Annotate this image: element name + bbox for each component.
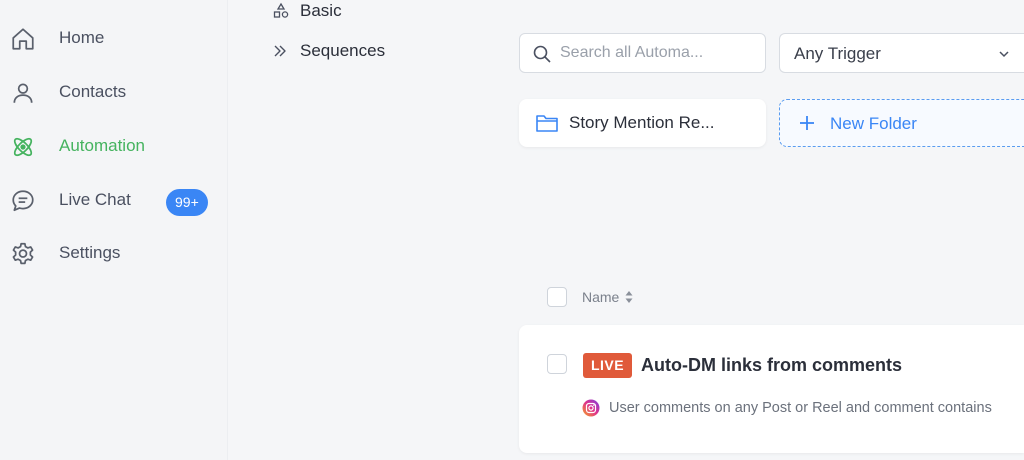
sidebar-item-live-chat[interactable]: Live Chat 99+ (0, 179, 228, 223)
search-icon (533, 45, 551, 63)
folder-name: Story Mention Re... (569, 113, 715, 132)
subnav-label: Basic (300, 1, 342, 20)
sidebar: Home Contacts Automation Live Chat 99+ S… (0, 0, 228, 460)
chevron-down-icon (999, 51, 1009, 58)
shapes-icon (273, 2, 289, 18)
name-column-header[interactable]: Name (582, 289, 634, 305)
sidebar-item-label: Home (59, 28, 105, 47)
subnav-item-basic[interactable]: Basic (272, 0, 342, 24)
automation-title[interactable]: Auto-DM links from comments (641, 355, 902, 376)
subnav-label: Sequences (300, 41, 386, 60)
person-icon (13, 83, 33, 103)
table-row[interactable] (519, 325, 1024, 453)
sidebar-item-label: Automation (59, 136, 145, 155)
double-chevron-icon (274, 45, 286, 57)
plus-icon (800, 116, 814, 130)
new-folder-button[interactable]: New Folder (779, 99, 1024, 147)
automation-trigger-description: User comments on any Post or Reel and co… (609, 400, 992, 416)
instagram-icon (582, 399, 600, 417)
new-folder-label: New Folder (830, 114, 917, 133)
sidebar-item-settings[interactable]: Settings (0, 232, 228, 276)
folder-icon (536, 115, 558, 132)
sidebar-item-label: Settings (59, 243, 121, 262)
unread-count-badge: 99+ (166, 189, 208, 216)
sidebar-item-home[interactable]: Home (0, 17, 228, 61)
sidebar-item-automation[interactable]: Automation (0, 125, 228, 169)
subnav-item-sequences[interactable]: Sequences (272, 38, 385, 64)
home-icon (12, 28, 34, 50)
column-header-label: Name (582, 289, 620, 305)
sidebar-item-label: Live Chat (59, 190, 131, 209)
gear-icon (12, 242, 34, 265)
sidebar-item-label: Contacts (59, 82, 127, 101)
status-badge: LIVE (583, 353, 632, 378)
trigger-select[interactable]: Any Trigger (779, 33, 1024, 73)
select-all-checkbox[interactable] (547, 287, 567, 307)
trigger-select-value: Any Trigger (794, 44, 881, 63)
search-box[interactable] (519, 33, 766, 73)
sidebar-item-contacts[interactable]: Contacts (0, 71, 228, 115)
atom-icon (13, 137, 33, 157)
chat-bubble-icon (12, 190, 34, 212)
sort-icon (625, 291, 633, 303)
search-input[interactable] (560, 42, 760, 64)
folder-card[interactable]: Story Mention Re... (519, 99, 766, 147)
row-checkbox[interactable] (547, 354, 567, 374)
